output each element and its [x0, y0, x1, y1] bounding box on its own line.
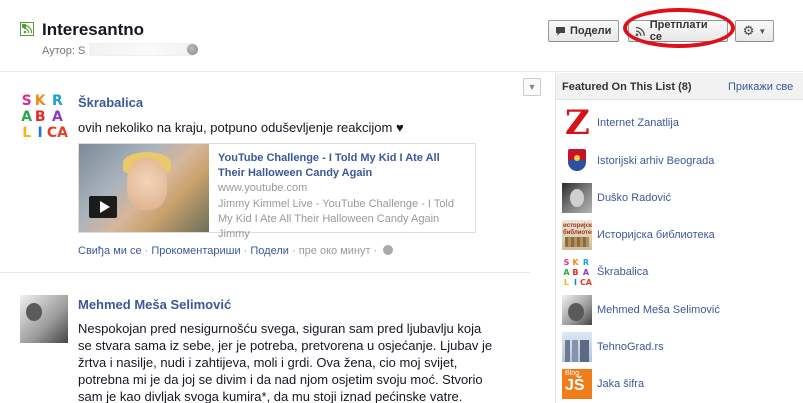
like-link[interactable]: Свиђа ми се — [78, 245, 142, 257]
feed-story: S K R A B A L I CA Škrabalica ovih nekoliko na k… — [0, 73, 530, 273]
sidebar-item-dusko-radovic[interactable]: Duško Radović — [562, 183, 802, 213]
logo-letter: S — [563, 257, 570, 267]
play-icon[interactable] — [89, 196, 117, 218]
skrabalica-logo-icon: S K R A B A L I CA — [562, 257, 592, 287]
sidebar-item-skrabalica[interactable]: S K R A B A L I CA Škrabalica — [562, 257, 802, 287]
story-actions: Свиђа ми се · Прокоментариши · Подели · … — [78, 245, 394, 257]
logo-letter: CA — [579, 277, 592, 287]
logo-letter: K — [34, 93, 46, 109]
avatar[interactable] — [20, 295, 68, 343]
sidebar-item-internet-zanatlija[interactable]: Z Internet Zanatlija — [562, 108, 802, 138]
story-author[interactable]: Škrabalica — [78, 95, 143, 110]
share-button-label: Подели — [570, 25, 612, 37]
author-initial[interactable]: S — [78, 45, 85, 57]
attachment-description: Jimmy Kimmel Live - YouTube Challenge - … — [218, 198, 454, 240]
sidebar-item-mesa-selimovic[interactable]: Mehmed Meša Selimović — [562, 295, 802, 325]
story-text: Nespokojan pred nesigurnošću svega, sigu… — [78, 321, 493, 403]
sidebar-item-label: Istorijski arhiv Beograda — [597, 155, 715, 167]
logo-letter: B — [34, 109, 46, 125]
sidebar-item-label: Duško Radović — [597, 192, 671, 204]
speech-bubble-icon — [556, 26, 565, 35]
author-name-redacted — [89, 43, 195, 56]
attachment-title[interactable]: YouTube Challenge - I Told My Kid I Ate … — [218, 151, 468, 181]
subscribe-button-label: Претплати се — [649, 19, 708, 43]
globe-icon — [383, 245, 394, 255]
author-label: Аутор: — [42, 45, 75, 57]
portrait-icon — [562, 295, 592, 325]
sidebar-item-istorijski-arhiv[interactable]: Istorijski arhiv Beograda — [562, 146, 802, 176]
logo-letter: A — [21, 109, 33, 125]
logo-letter: I — [37, 125, 43, 141]
sidebar-item-label: Internet Zanatlija — [597, 117, 679, 129]
z-logo-icon: Z — [562, 108, 592, 138]
page-title: Interesantno — [42, 20, 145, 39]
logo-letter: I — [573, 277, 577, 287]
logo-letter: B — [572, 267, 579, 277]
city-skyline-icon — [562, 332, 592, 362]
sidebar-item-label: Škrabalica — [597, 266, 649, 278]
avatar[interactable]: S K R A B A L I CA — [20, 93, 68, 141]
sidebar-item-tehnograd[interactable]: TehnoGrad.rs — [562, 332, 802, 362]
sidebar-title: Featured On This List (8) — [562, 81, 692, 93]
settings-menu-button[interactable]: ⚙ ▼ — [735, 20, 774, 42]
logo-letter: S — [21, 93, 32, 109]
see-all-link[interactable]: Прикажи све — [728, 81, 793, 93]
list-header: Interesantno Аутор: S Подели Претплати с… — [0, 0, 803, 72]
blog-js-logo-icon: Blog JŠ — [562, 369, 592, 399]
thumbnail-face — [127, 158, 167, 210]
author-line: Аутор: S — [42, 43, 195, 57]
logo-letter: K — [572, 257, 579, 267]
logo-letter: L — [22, 125, 32, 141]
attachment-domain: www.youtube.com — [218, 182, 308, 194]
timestamp[interactable]: пре око минут — [299, 245, 371, 257]
sidebar-item-label: TehnoGrad.rs — [597, 341, 664, 353]
featured-sidebar: Featured On This List (8) Прикажи све Z … — [555, 73, 803, 403]
sidebar-item-label: Mehmed Meša Selimović — [597, 304, 720, 316]
subscribe-button[interactable]: Претплати се — [628, 19, 728, 43]
list-feed-icon — [20, 22, 34, 36]
comment-link[interactable]: Прокоментариши — [151, 245, 240, 257]
news-feed: ▼ S K R A B A L I CA Škrabalica ovih nekoliko na… — [0, 73, 545, 403]
logo-letter: CA — [46, 125, 68, 141]
sidebar-item-label: Jaka šifra — [597, 378, 645, 390]
sidebar-item-label: Историјска библиотека — [597, 229, 715, 241]
link-attachment[interactable]: YouTube Challenge - I Told My Kid I Ate … — [78, 143, 476, 240]
logo-letter: A — [52, 109, 63, 125]
story-text: ovih nekoliko na kraju, potpuno oduševlj… — [78, 120, 404, 135]
story-author[interactable]: Mehmed Meša Selimović — [78, 297, 231, 312]
feed-story: Mehmed Meša Selimović Nespokojan pred ne… — [0, 283, 530, 403]
sidebar-header: Featured On This List (8) Прикажи све — [556, 73, 803, 100]
logo-letter: A — [582, 267, 590, 277]
logo-letter: R — [582, 257, 590, 267]
share-link[interactable]: Подели — [250, 245, 289, 257]
rss-icon — [635, 26, 645, 36]
coat-of-arms-icon — [562, 146, 592, 176]
video-thumbnail[interactable] — [79, 144, 209, 232]
chevron-down-icon: ▼ — [758, 26, 767, 36]
logo-letter: A — [563, 267, 570, 277]
portrait-icon — [562, 183, 592, 213]
library-logo-icon: историјска библиотека — [562, 220, 592, 250]
logo-letter: L — [563, 277, 570, 287]
globe-icon — [187, 44, 198, 55]
share-button[interactable]: Подели — [548, 20, 619, 42]
logo-letter: R — [52, 93, 63, 109]
sidebar-item-istorijska-biblioteka[interactable]: историјска библиотека Историјска библиот… — [562, 220, 802, 250]
sidebar-item-jaka-sifra[interactable]: Blog JŠ Jaka šifra — [562, 369, 802, 399]
gear-icon: ⚙ — [742, 23, 755, 38]
